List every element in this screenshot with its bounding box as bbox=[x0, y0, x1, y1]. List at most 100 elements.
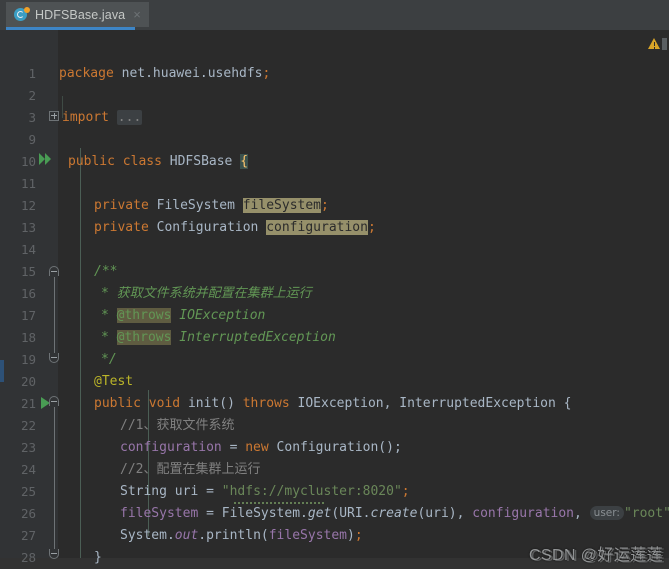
token-string-uri: "hdfs://mycluster:8020" bbox=[221, 484, 402, 499]
inspection-scrollbar-marker[interactable] bbox=[662, 38, 667, 50]
line-number: 11 bbox=[20, 176, 36, 191]
line-number: 25 bbox=[20, 484, 36, 499]
code-line[interactable]: 2 bbox=[0, 85, 669, 107]
token-comma: , bbox=[383, 396, 392, 411]
token-field-configuration: configuration bbox=[266, 220, 368, 235]
line-number: 14 bbox=[20, 242, 36, 257]
line-number: 20 bbox=[20, 374, 36, 389]
token-field-configuration: configuration bbox=[472, 506, 575, 521]
token-comment: //2、配置在集群上运行 bbox=[120, 462, 261, 477]
code-line[interactable]: 11 bbox=[0, 173, 669, 195]
code-line[interactable]: 21 public void init() throws IOException… bbox=[0, 393, 669, 415]
line-number: 18 bbox=[20, 330, 36, 345]
token-keyword-new: new bbox=[245, 440, 269, 455]
code-line[interactable]: 22 //1、获取文件系统 bbox=[0, 415, 669, 437]
token-class-name: HDFSBase bbox=[169, 154, 233, 169]
token-dot: . bbox=[362, 506, 371, 521]
line-number: 27 bbox=[20, 528, 36, 543]
line-number: 21 bbox=[20, 396, 36, 411]
token-field-filesystem: fileSystem bbox=[242, 198, 322, 213]
token-equals: = bbox=[206, 506, 214, 521]
line-content: import ... bbox=[62, 107, 143, 129]
code-line[interactable]: 9 bbox=[0, 129, 669, 151]
token-method-get: get bbox=[307, 506, 332, 521]
token-dot: . bbox=[166, 528, 175, 543]
token-class-uri: URI bbox=[339, 506, 363, 521]
token-field-configuration: configuration bbox=[120, 440, 222, 455]
line-content: /** bbox=[94, 261, 117, 283]
token-brace-open: { bbox=[563, 396, 572, 411]
token-exception-interrupted: InterruptedException bbox=[399, 396, 556, 411]
code-line[interactable]: 24 //2、配置在集群上运行 bbox=[0, 459, 669, 481]
close-icon[interactable]: × bbox=[133, 8, 141, 21]
code-line[interactable]: 19 */ bbox=[0, 349, 669, 371]
line-content: package net.huawei.usehdfs; bbox=[59, 63, 270, 85]
code-line[interactable]: 26 fileSystem = FileSystem.get(URI.creat… bbox=[0, 503, 669, 525]
line-content: //1、获取文件系统 bbox=[120, 415, 234, 437]
line-content: * 获取文件系统并配置在集群上运行 bbox=[101, 283, 312, 305]
token-variable-uri: uri bbox=[174, 484, 199, 499]
line-content: System.out.println(fileSystem); bbox=[120, 528, 363, 543]
code-line[interactable]: 12 private FileSystem fileSystem; bbox=[0, 195, 669, 217]
token-javadoc-close: */ bbox=[101, 352, 117, 367]
token-javadoc-star: * bbox=[101, 308, 109, 323]
token-constructor-call: Configuration(); bbox=[276, 440, 402, 455]
code-line[interactable]: 16 * 获取文件系统并配置在集群上运行 bbox=[0, 283, 669, 305]
line-content: public void init() throws IOException, I… bbox=[94, 393, 571, 415]
inspection-widget[interactable] bbox=[648, 38, 667, 50]
line-number: 13 bbox=[20, 220, 36, 235]
line-number: 28 bbox=[20, 550, 36, 565]
line-content: * @throws IOException bbox=[101, 305, 265, 327]
warning-triangle-icon[interactable] bbox=[648, 38, 661, 50]
code-line[interactable]: 23 configuration = new Configuration(); bbox=[0, 437, 669, 459]
token-parens: () bbox=[219, 396, 235, 411]
line-number: 2 bbox=[28, 88, 36, 103]
line-content: //2、配置在集群上运行 bbox=[120, 459, 260, 481]
token-keyword-private: private bbox=[94, 220, 149, 235]
token-type: FileSystem bbox=[156, 198, 235, 213]
code-line[interactable]: 1 package net.huawei.usehdfs; bbox=[0, 63, 669, 85]
token-keyword-private: private bbox=[94, 198, 149, 213]
token-exception-interrupted: InterruptedException bbox=[179, 330, 336, 345]
line-number: 26 bbox=[20, 506, 36, 521]
token-field-filesystem: fileSystem bbox=[120, 506, 199, 521]
token-class-filesystem: FileSystem bbox=[221, 506, 301, 521]
token-type-string: String bbox=[120, 484, 167, 499]
token-brace-close: } bbox=[94, 550, 102, 565]
token-string-root: "root" bbox=[623, 506, 669, 521]
editor-tab-hdfsbase[interactable]: HDFSBase.java × bbox=[6, 2, 149, 27]
token-equals: = bbox=[206, 484, 214, 499]
line-content: private Configuration configuration; bbox=[94, 217, 376, 239]
code-line[interactable]: 3 import ... bbox=[0, 107, 669, 129]
line-content: } bbox=[94, 547, 102, 569]
token-method-create: create bbox=[370, 506, 418, 521]
code-line[interactable]: 15 /** bbox=[0, 261, 669, 283]
code-editor[interactable]: 1 package net.huawei.usehdfs; 2 3 import… bbox=[0, 30, 669, 569]
token-keyword-throws: throws bbox=[242, 396, 290, 411]
editor-tab-bar: HDFSBase.java × bbox=[0, 0, 669, 30]
token-comma: , bbox=[456, 506, 465, 521]
token-exception-io: IOException bbox=[297, 396, 384, 411]
code-line[interactable]: 10 public class HDFSBase { bbox=[0, 151, 669, 173]
code-line[interactable]: 13 private Configuration configuration; bbox=[0, 217, 669, 239]
folded-imports-placeholder[interactable]: ... bbox=[116, 110, 143, 125]
inlay-parameter-hint-user[interactable]: user: bbox=[589, 506, 624, 520]
token-javadoc-star: * bbox=[101, 330, 109, 345]
token-dot: . bbox=[198, 528, 207, 543]
line-number: 17 bbox=[20, 308, 36, 323]
token-semicolon: ; bbox=[401, 484, 410, 499]
code-line[interactable]: 18 * @throws InterruptedException bbox=[0, 327, 669, 349]
code-line[interactable]: 20 @Test bbox=[0, 371, 669, 393]
line-content: configuration = new Configuration(); bbox=[120, 437, 402, 459]
token-semicolon: ; bbox=[262, 66, 271, 81]
line-number: 10 bbox=[20, 154, 36, 169]
code-line[interactable]: 14 bbox=[0, 239, 669, 261]
token-javadoc-text: 获取文件系统并配置在集群上运行 bbox=[116, 286, 312, 301]
code-line[interactable]: 17 * @throws IOException bbox=[0, 305, 669, 327]
token-keyword: package bbox=[59, 66, 114, 81]
token-javadoc-open: /** bbox=[94, 264, 118, 279]
code-line[interactable]: 25 String uri = "hdfs://mycluster:8020"; bbox=[0, 481, 669, 504]
token-keyword-public: public bbox=[94, 396, 141, 411]
token-dot: . bbox=[300, 506, 308, 521]
token-keyword-void: void bbox=[148, 396, 181, 411]
